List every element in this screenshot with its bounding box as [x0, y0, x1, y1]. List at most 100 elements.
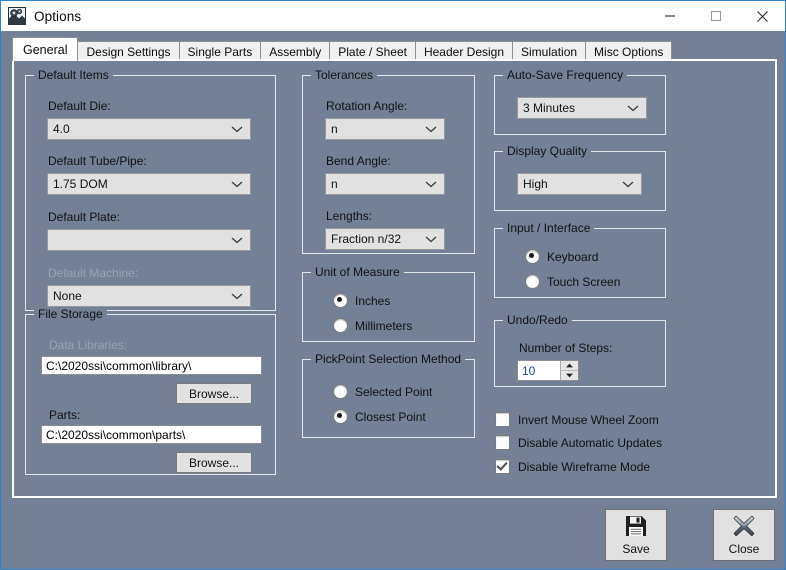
data-libraries-label: Data Libraries: [49, 338, 127, 352]
rotation-angle-label: Rotation Angle: [326, 99, 407, 113]
input-interface-group: Input / Interface Keyboard Touch Screen [494, 228, 666, 298]
tab-strip: General Design Settings Single Parts Ass… [1, 31, 785, 61]
close-button[interactable]: Close [713, 509, 775, 561]
tab-design-settings[interactable]: Design Settings [77, 41, 179, 61]
window-controls [647, 1, 785, 31]
radio-closest-point[interactable]: Closest Point [333, 409, 426, 424]
checkbox-invert-mouse-wheel-zoom[interactable]: Invert Mouse Wheel Zoom [495, 412, 659, 427]
default-die-select[interactable]: 4.0 [47, 118, 251, 140]
radio-millimeters-label: Millimeters [355, 319, 412, 333]
radio-touch-screen[interactable]: Touch Screen [525, 274, 620, 289]
checkbox-disable-wireframe-mode[interactable]: Disable Wireframe Mode [495, 459, 650, 474]
save-button[interactable]: Save [605, 509, 667, 561]
chevron-down-icon [627, 104, 639, 112]
stepper-down-icon[interactable] [561, 371, 578, 380]
radio-dot [333, 293, 348, 308]
radio-dot [525, 249, 540, 264]
tab-assembly[interactable]: Assembly [260, 41, 330, 61]
lengths-select[interactable]: Fraction n/32 [325, 228, 445, 250]
data-libraries-value: C:\2020ssi\common\library\ [46, 359, 191, 373]
tab-plate-sheet[interactable]: Plate / Sheet [329, 41, 416, 61]
auto-save-frequency-group: Auto-Save Frequency 3 Minutes [494, 75, 666, 135]
radio-millimeters[interactable]: Millimeters [333, 318, 412, 333]
maximize-icon[interactable] [693, 1, 739, 31]
chevron-down-icon [231, 180, 243, 188]
default-tube-select[interactable]: 1.75 DOM [47, 173, 251, 195]
radio-keyboard-label: Keyboard [547, 250, 598, 264]
lengths-label: Lengths: [326, 209, 372, 223]
display-quality-select[interactable]: High [517, 173, 642, 195]
bend-angle-select[interactable]: n [325, 173, 445, 195]
parts-input[interactable]: C:\2020ssi\common\parts\ [41, 425, 262, 444]
bend-angle-label: Bend Angle: [326, 154, 391, 168]
save-button-label: Save [622, 543, 649, 555]
auto-save-frequency-select[interactable]: 3 Minutes [517, 97, 647, 119]
default-items-group: Default Items Default Die: 4.0 Default T… [25, 75, 276, 311]
window-title: Options [34, 9, 81, 24]
checkbox-invert-mouse-wheel-zoom-label: Invert Mouse Wheel Zoom [518, 413, 659, 427]
parts-browse-button[interactable]: Browse... [176, 452, 252, 473]
undo-redo-legend: Undo/Redo [503, 313, 572, 327]
auto-save-frequency-legend: Auto-Save Frequency [503, 68, 627, 82]
radio-selected-point[interactable]: Selected Point [333, 384, 432, 399]
undo-redo-group: Undo/Redo Number of Steps: 10 [494, 320, 666, 387]
default-tube-label: Default Tube/Pipe: [48, 154, 147, 168]
tab-general[interactable]: General [12, 37, 78, 61]
chevron-down-icon [425, 125, 437, 133]
app-gears-icon [8, 7, 26, 25]
checkbox-disable-automatic-updates[interactable]: Disable Automatic Updates [495, 435, 662, 450]
file-storage-legend: File Storage [34, 307, 107, 321]
default-plate-select[interactable] [47, 229, 251, 251]
tolerances-group: Tolerances Rotation Angle: n Bend Angle:… [302, 75, 475, 254]
pickpoint-selection-group: PickPoint Selection Method Selected Poin… [302, 359, 475, 438]
radio-dot [333, 409, 348, 424]
unit-of-measure-legend: Unit of Measure [311, 265, 404, 279]
file-storage-group: File Storage Data Libraries: C:\2020ssi\… [25, 314, 276, 475]
number-of-steps-value: 10 [518, 364, 560, 378]
chevron-down-icon [622, 180, 634, 188]
checkbox-disable-automatic-updates-label: Disable Automatic Updates [518, 436, 662, 450]
chevron-down-icon [425, 180, 437, 188]
default-items-legend: Default Items [34, 68, 113, 82]
parts-label: Parts: [49, 408, 80, 422]
display-quality-group: Display Quality High [494, 151, 666, 211]
tab-single-parts[interactable]: Single Parts [179, 41, 262, 61]
checkbox-box [495, 435, 510, 450]
bend-angle-value: n [331, 177, 338, 191]
default-machine-value: None [53, 289, 82, 303]
unit-of-measure-group: Unit of Measure Inches Millimeters [302, 272, 475, 342]
display-quality-value: High [523, 177, 548, 191]
radio-inches[interactable]: Inches [333, 293, 390, 308]
tab-misc-options[interactable]: Misc Options [585, 41, 672, 61]
radio-dot [525, 274, 540, 289]
data-libraries-browse-button[interactable]: Browse... [176, 383, 252, 404]
floppy-disk-icon [625, 515, 647, 540]
number-of-steps-stepper[interactable]: 10 [517, 360, 579, 381]
pickpoint-selection-legend: PickPoint Selection Method [311, 352, 465, 366]
x-cross-icon [733, 515, 755, 540]
rotation-angle-select[interactable]: n [325, 118, 445, 140]
input-interface-legend: Input / Interface [503, 221, 594, 235]
checkbox-box [495, 412, 510, 427]
default-machine-label: Default Machine: [48, 266, 138, 280]
default-die-value: 4.0 [53, 122, 70, 136]
checkbox-disable-wireframe-mode-label: Disable Wireframe Mode [518, 460, 650, 474]
minimize-icon[interactable] [647, 1, 693, 31]
close-icon[interactable] [739, 1, 785, 31]
default-machine-select[interactable]: None [47, 285, 251, 307]
stepper-arrows[interactable] [560, 361, 578, 380]
radio-inches-label: Inches [355, 294, 390, 308]
tab-header-design[interactable]: Header Design [415, 41, 513, 61]
chevron-down-icon [231, 292, 243, 300]
lengths-value: Fraction n/32 [331, 232, 401, 246]
options-dialog: Options General Design Settings Single P… [0, 0, 786, 570]
data-libraries-input[interactable]: C:\2020ssi\common\library\ [41, 356, 262, 375]
auto-save-frequency-value: 3 Minutes [523, 101, 575, 115]
radio-touch-screen-label: Touch Screen [547, 275, 620, 289]
tab-simulation[interactable]: Simulation [512, 41, 586, 61]
display-quality-legend: Display Quality [503, 144, 591, 158]
parts-value: C:\2020ssi\common\parts\ [46, 428, 185, 442]
stepper-up-icon[interactable] [561, 361, 578, 371]
radio-keyboard[interactable]: Keyboard [525, 249, 598, 264]
radio-dot [333, 318, 348, 333]
